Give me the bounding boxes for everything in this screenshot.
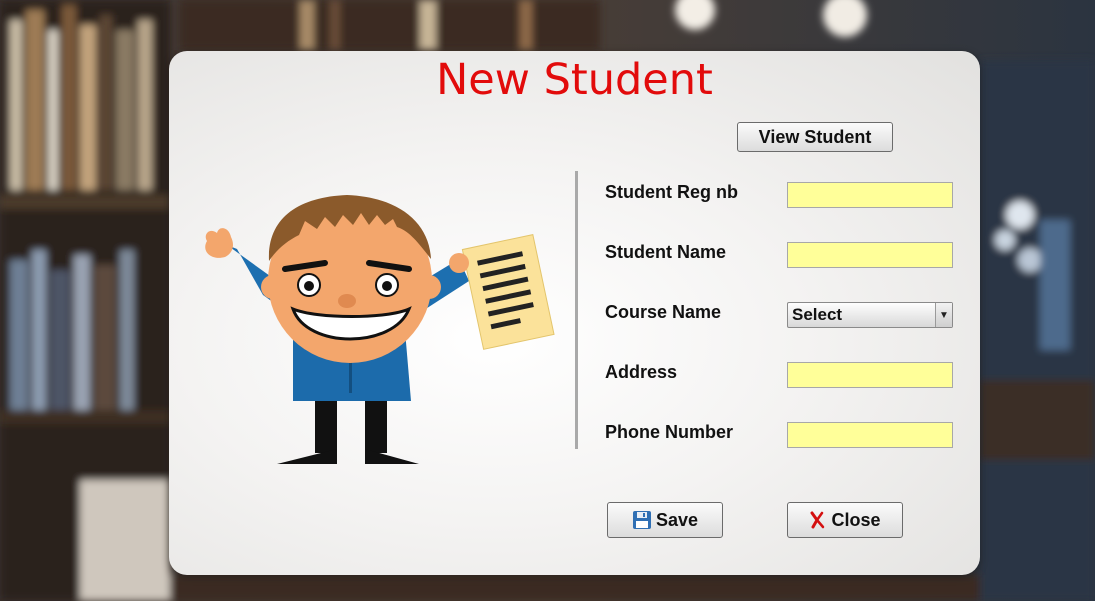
page-title: New Student xyxy=(436,55,713,105)
course-name-label: Course Name xyxy=(605,302,722,322)
student-reg-input[interactable] xyxy=(787,182,953,208)
floppy-disk-icon xyxy=(632,511,651,529)
close-button[interactable]: Close xyxy=(787,502,903,538)
student-name-input[interactable] xyxy=(787,242,953,268)
phone-number-label: Phone Number xyxy=(605,422,734,442)
student-illustration xyxy=(205,195,555,464)
course-select[interactable]: Select ▼ xyxy=(787,302,953,328)
save-button[interactable]: Save xyxy=(607,502,723,538)
student-name-label: Student Name xyxy=(605,242,727,262)
new-student-dialog: New Student View Student Student Reg nb … xyxy=(169,51,980,575)
save-button-label: Save xyxy=(655,509,699,530)
view-student-button[interactable]: View Student xyxy=(737,122,893,152)
red-x-icon xyxy=(810,511,825,529)
student-reg-label: Student Reg nb xyxy=(605,182,738,202)
close-button-label: Close xyxy=(831,509,881,530)
phone-number-input[interactable] xyxy=(787,422,953,448)
address-input[interactable] xyxy=(787,362,953,388)
course-select-value: Select xyxy=(792,305,843,324)
form-divider xyxy=(575,171,578,449)
address-label: Address xyxy=(605,362,678,382)
triangle-down-icon[interactable]: ▼ xyxy=(935,303,952,327)
